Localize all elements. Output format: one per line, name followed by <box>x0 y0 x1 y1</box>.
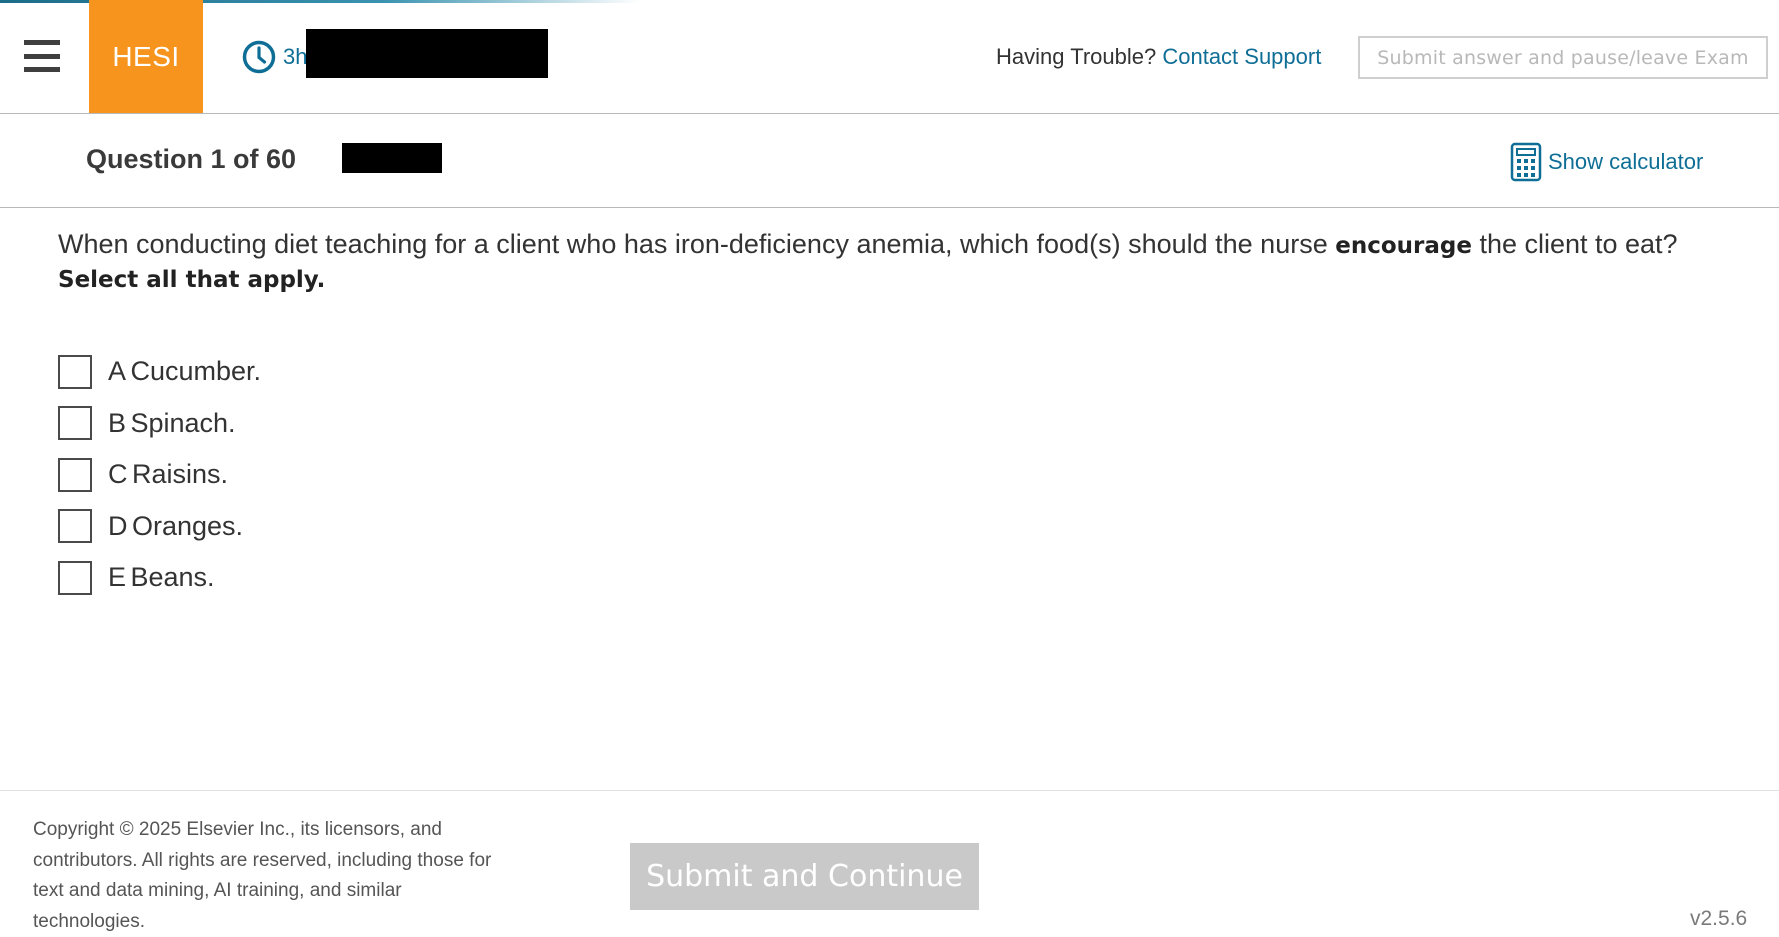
option-d[interactable]: D Oranges. <box>58 501 261 553</box>
app-header: HESI 3h Having Trouble? Contact Support … <box>0 0 1779 114</box>
question-counter: Question 1 of 60 <box>86 144 297 174</box>
redaction-box <box>342 143 442 173</box>
answer-options: A Cucumber. B Spinach. C Raisins. D Oran… <box>58 346 261 604</box>
option-letter: B <box>108 407 127 438</box>
checkbox[interactable] <box>58 354 92 389</box>
option-a[interactable]: A Cucumber. <box>58 346 261 398</box>
question-stem: When conducting diet teaching for a clie… <box>58 228 1748 296</box>
option-text: Raisins. <box>131 459 228 490</box>
exam-timer: 3h <box>241 40 307 74</box>
checkbox[interactable] <box>58 457 92 492</box>
hamburger-menu-icon[interactable] <box>24 40 60 72</box>
checkbox[interactable] <box>58 560 92 595</box>
option-letter: A <box>108 356 127 387</box>
checkbox[interactable] <box>58 406 92 441</box>
option-e[interactable]: E Beans. <box>58 552 261 604</box>
footer-divider <box>0 790 1779 791</box>
help-text: Having Trouble? Contact Support <box>996 44 1321 70</box>
option-b[interactable]: B Spinach. <box>58 398 261 450</box>
having-trouble-label: Having Trouble? <box>996 44 1157 69</box>
pause-leave-exam-button[interactable]: Submit answer and pause/leave Exam <box>1358 36 1768 79</box>
option-c[interactable]: C Raisins. <box>58 449 261 501</box>
timer-text: 3h <box>283 44 308 69</box>
stem-instruction: Select all that apply. <box>58 267 326 293</box>
option-text: Spinach. <box>130 407 236 438</box>
option-text: Oranges. <box>131 510 244 541</box>
checkbox[interactable] <box>58 509 92 544</box>
show-calculator-button[interactable]: Show calculator <box>1510 142 1703 182</box>
submit-and-continue-button[interactable]: Submit and Continue <box>630 843 979 910</box>
stem-text-2: the client to eat? <box>1471 229 1678 259</box>
clock-icon <box>242 40 276 74</box>
option-letter: C <box>108 459 128 490</box>
stem-text-1: When conducting diet teaching for a clie… <box>58 229 1336 259</box>
hesi-logo: HESI <box>89 0 203 113</box>
option-text: Beans. <box>130 562 215 593</box>
contact-support-link[interactable]: Contact Support <box>1162 44 1321 69</box>
option-text: Cucumber. <box>130 356 262 387</box>
show-calculator-label: Show calculator <box>1548 149 1704 174</box>
calculator-icon <box>1510 142 1542 182</box>
question-toolbar: Question 1 of 60 Show calculator <box>0 114 1779 208</box>
option-letter: E <box>108 562 127 593</box>
version-label: v2.5.6 <box>1690 907 1748 930</box>
copyright-text: Copyright © 2025 Elsevier Inc., its lice… <box>33 819 492 932</box>
option-letter: D <box>108 510 128 541</box>
stem-emphasis: encourage <box>1335 233 1472 259</box>
redaction-box <box>306 29 548 78</box>
